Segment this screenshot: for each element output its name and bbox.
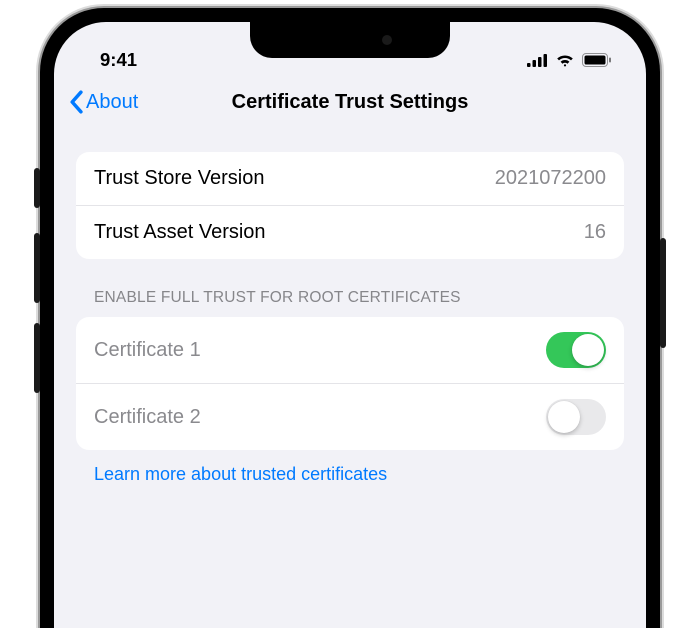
cellular-icon — [527, 54, 548, 67]
certificate-label: Certificate 1 — [94, 339, 201, 362]
certificate-row: Certificate 2 — [76, 383, 624, 450]
status-indicators — [527, 53, 612, 67]
status-time: 9:41 — [100, 49, 137, 71]
certificate-toggle[interactable] — [546, 332, 606, 368]
battery-icon — [582, 53, 612, 67]
notch — [250, 22, 450, 58]
back-button[interactable]: About — [68, 90, 138, 114]
side-button — [34, 168, 40, 208]
certificate-label: Certificate 2 — [94, 406, 201, 429]
certificate-row: Certificate 1 — [76, 317, 624, 383]
side-button — [660, 238, 666, 348]
chevron-left-icon — [68, 90, 84, 114]
content: Trust Store Version 2021072200 Trust Ass… — [54, 128, 646, 485]
section-header: ENABLE FULL TRUST FOR ROOT CERTIFICATES — [76, 259, 624, 317]
trust-store-row: Trust Store Version 2021072200 — [76, 152, 624, 205]
trust-asset-row: Trust Asset Version 16 — [76, 205, 624, 259]
row-value: 16 — [584, 221, 606, 244]
phone-frame: 9:41 About Certificate Trust Se — [40, 8, 660, 628]
side-button — [34, 323, 40, 393]
screen: 9:41 About Certificate Trust Se — [54, 22, 646, 628]
learn-more-link[interactable]: Learn more about trusted certificates — [76, 450, 624, 485]
info-group: Trust Store Version 2021072200 Trust Ass… — [76, 152, 624, 259]
row-value: 2021072200 — [495, 167, 606, 190]
page-title: Certificate Trust Settings — [232, 91, 469, 114]
nav-bar: About Certificate Trust Settings — [54, 80, 646, 128]
certificates-group: Certificate 1 Certificate 2 — [76, 317, 624, 450]
side-button — [34, 233, 40, 303]
row-label: Trust Store Version — [94, 167, 264, 190]
certificate-toggle[interactable] — [546, 399, 606, 435]
back-label: About — [86, 91, 138, 114]
row-label: Trust Asset Version — [94, 221, 266, 244]
wifi-icon — [555, 53, 575, 67]
